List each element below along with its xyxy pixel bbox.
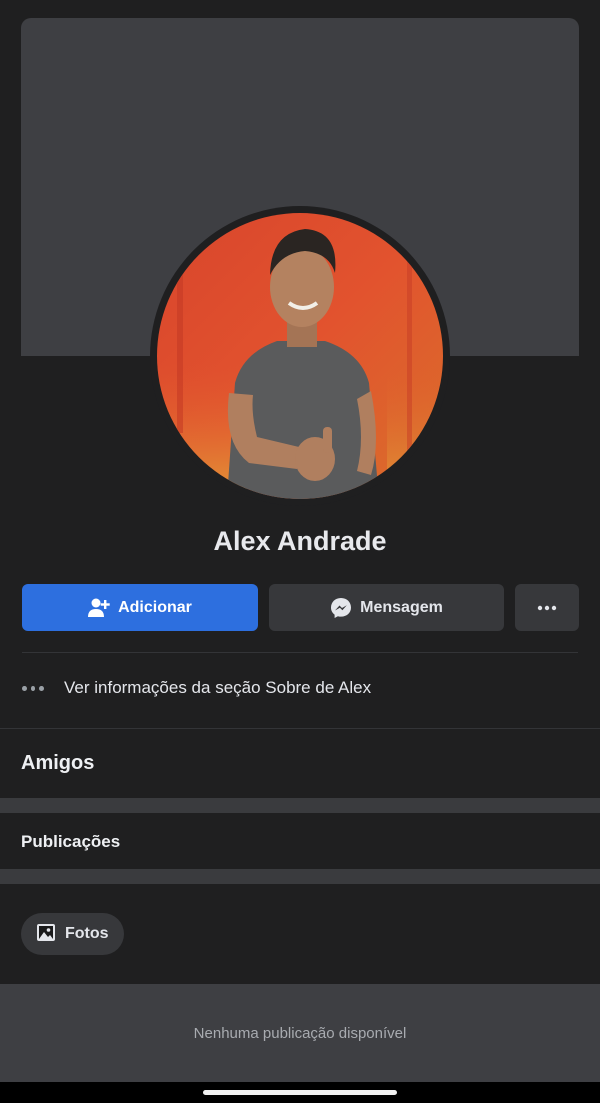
message-label: Mensagem <box>360 598 443 616</box>
photos-chip-button[interactable]: Fotos <box>21 913 124 955</box>
section-separator <box>0 798 600 813</box>
divider <box>22 652 578 653</box>
divider <box>0 728 600 729</box>
about-label: Ver informações da seção Sobre de Alex <box>64 678 372 697</box>
more-horizontal-icon <box>537 605 557 611</box>
photos-icon <box>37 922 57 947</box>
more-options-button[interactable] <box>515 584 579 631</box>
profile-photo-image <box>157 213 443 499</box>
messenger-icon <box>330 597 352 619</box>
message-button[interactable]: Mensagem <box>269 584 504 631</box>
photos-chip-label: Fotos <box>65 925 109 942</box>
empty-feed-panel: Nenhuma publicação disponível <box>0 984 600 1082</box>
posts-section-title: Publicações <box>21 832 121 851</box>
section-separator <box>0 869 600 884</box>
add-friend-button[interactable]: Adicionar <box>22 584 258 631</box>
add-friend-label: Adicionar <box>118 598 192 616</box>
about-link[interactable]: Ver informações da seção Sobre de Alex <box>22 676 371 700</box>
profile-name: Alex Andrade <box>213 526 387 556</box>
profile-picture[interactable] <box>157 213 443 499</box>
home-indicator[interactable] <box>203 1090 397 1095</box>
empty-feed-message: Nenhuma publicação disponível <box>193 1024 407 1042</box>
friends-section-title[interactable]: Amigos <box>21 752 94 775</box>
more-dots-icon <box>22 685 45 691</box>
add-friend-icon <box>88 598 110 618</box>
